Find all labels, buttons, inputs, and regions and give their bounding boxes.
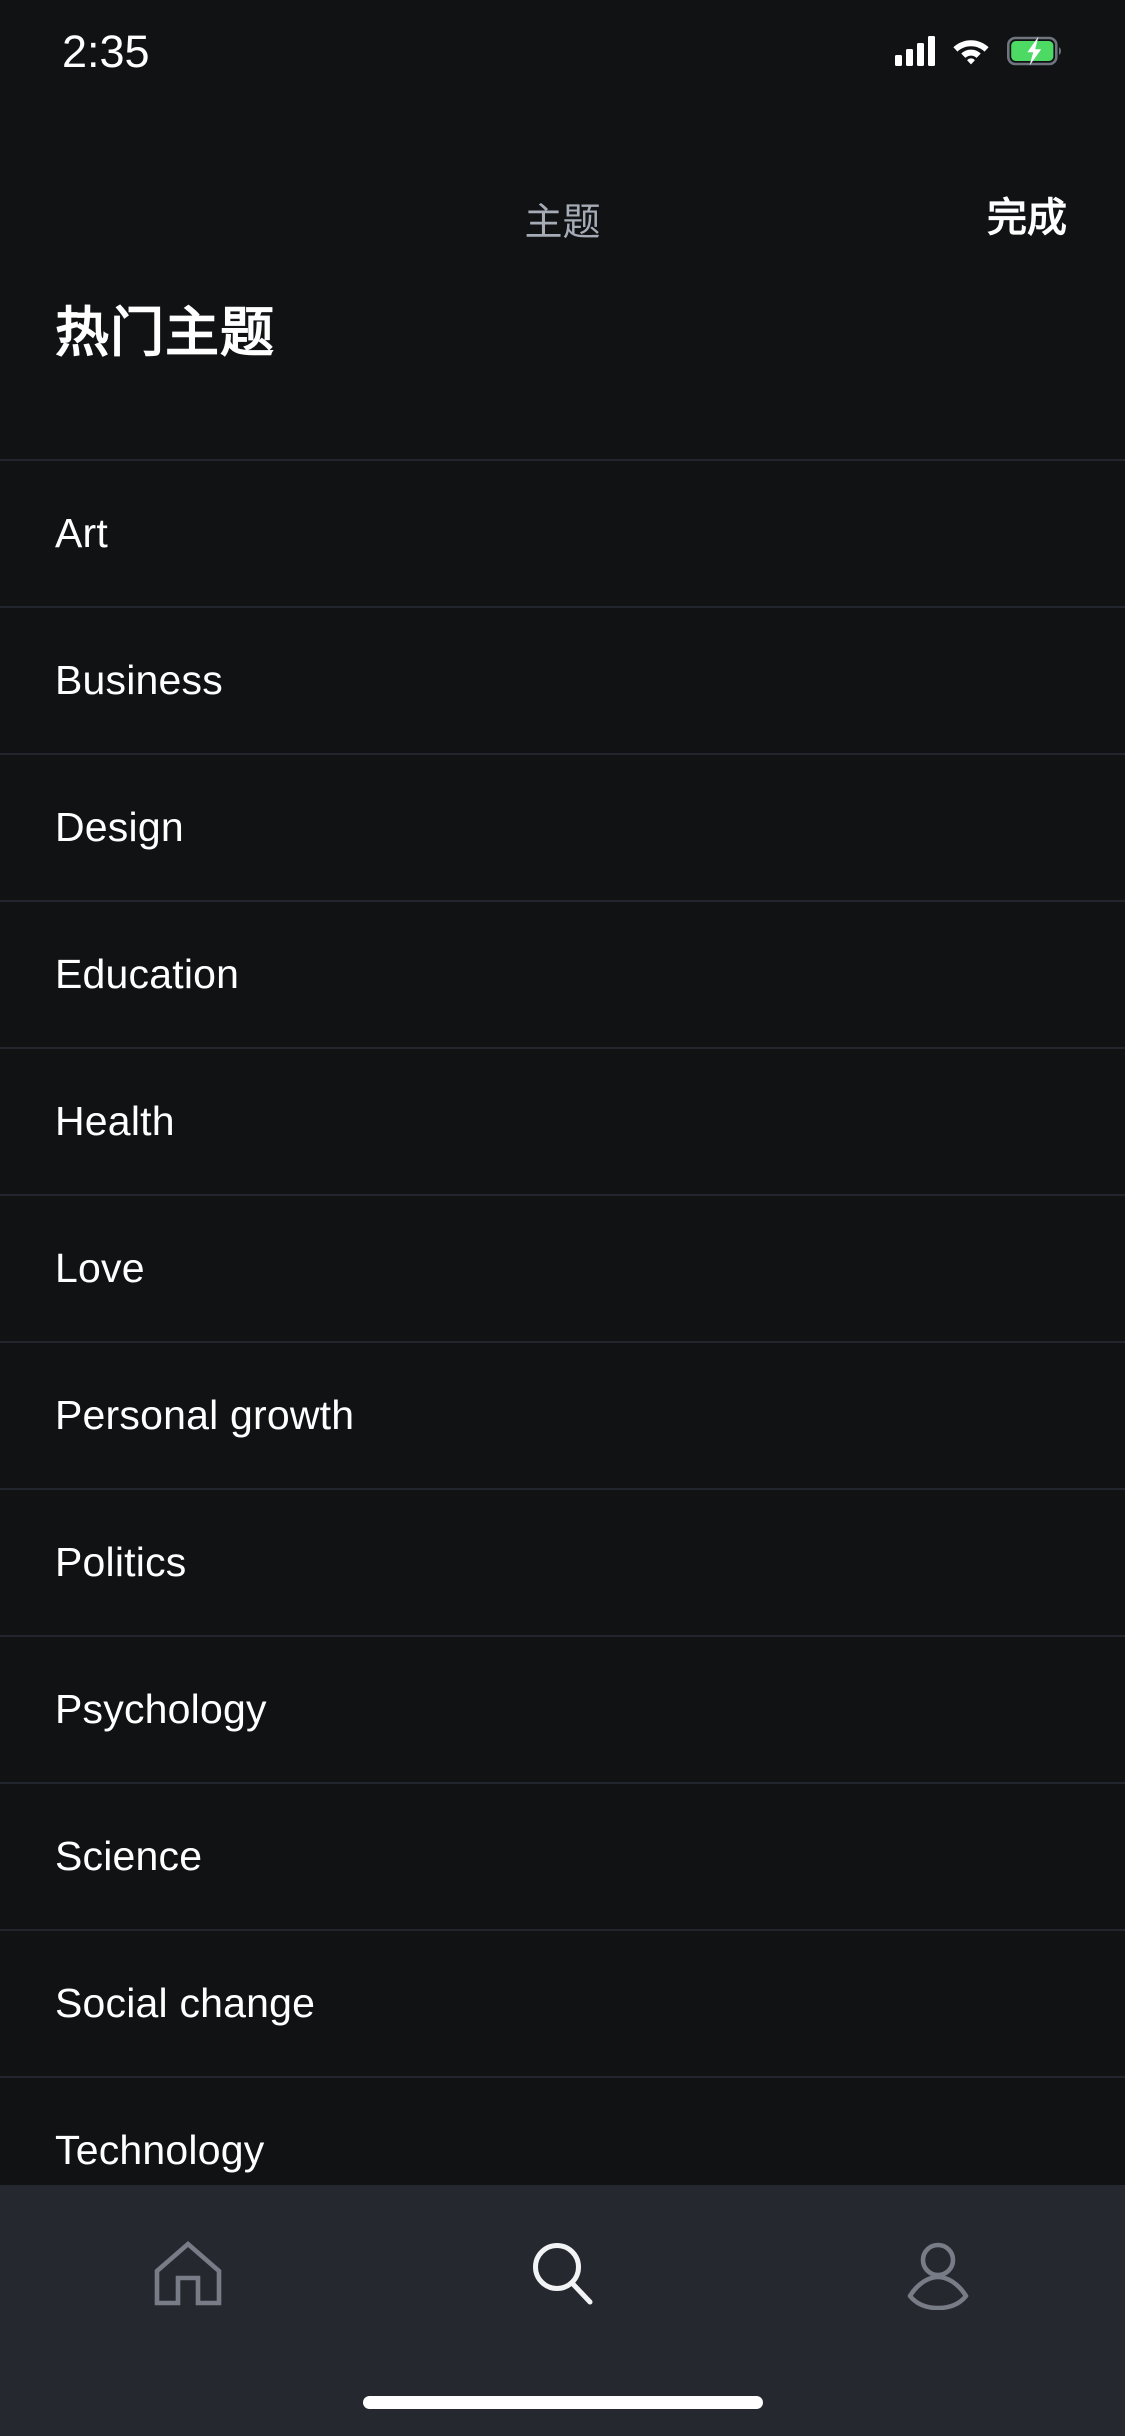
profile-icon: [907, 2242, 968, 2310]
list-item[interactable]: Science: [0, 1782, 1125, 1929]
list-item[interactable]: Design: [0, 753, 1125, 900]
list-item[interactable]: Politics: [0, 1488, 1125, 1635]
home-indicator: [362, 2396, 763, 2409]
topic-label: Design: [55, 804, 184, 850]
topic-label: Psychology: [55, 1686, 267, 1732]
nav-title: 主题: [524, 202, 601, 244]
bottom-tab-bar: [0, 2185, 1125, 2436]
app-screen: 2:35 主题 完成 热门主题 Art Business Design Educ…: [0, 0, 1125, 2436]
topic-label: Personal growth: [55, 1392, 355, 1438]
page-title: 热门主题: [55, 303, 275, 363]
topic-label: Politics: [55, 1539, 187, 1585]
tab-search[interactable]: [375, 2185, 750, 2345]
topic-label: Health: [55, 1098, 175, 1144]
list-item[interactable]: Health: [0, 1047, 1125, 1194]
topic-label: Science: [55, 1833, 203, 1879]
list-item[interactable]: Technology: [0, 2076, 1125, 2185]
status-bar-icons: [895, 36, 1063, 66]
topic-label: Technology: [55, 2127, 265, 2173]
battery-charging-icon: [1007, 36, 1061, 66]
topic-label: Business: [55, 657, 223, 703]
tab-home[interactable]: [0, 2185, 375, 2345]
list-item[interactable]: Social change: [0, 1929, 1125, 2076]
topic-list[interactable]: Art Business Design Education Health Lov…: [0, 459, 1125, 2185]
home-icon: [154, 2240, 221, 2306]
wifi-icon: [953, 40, 989, 65]
topic-label: Education: [55, 951, 240, 997]
list-item[interactable]: Art: [0, 459, 1125, 606]
cellular-signal-icon: [895, 36, 935, 66]
topic-label: Social change: [55, 1980, 316, 2026]
status-bar-time: 2:35: [62, 25, 150, 77]
nav-header: 主题 完成: [0, 175, 1125, 270]
topic-label: Art: [55, 510, 108, 556]
done-button[interactable]: 完成: [987, 185, 1067, 243]
status-bar: 2:35: [0, 0, 1125, 98]
topic-label: Love: [55, 1245, 145, 1291]
list-item[interactable]: Psychology: [0, 1635, 1125, 1782]
search-icon: [532, 2243, 592, 2305]
tab-profile[interactable]: [750, 2185, 1125, 2345]
list-item[interactable]: Education: [0, 900, 1125, 1047]
list-item[interactable]: Personal growth: [0, 1341, 1125, 1488]
list-item[interactable]: Love: [0, 1194, 1125, 1341]
list-item[interactable]: Business: [0, 606, 1125, 753]
